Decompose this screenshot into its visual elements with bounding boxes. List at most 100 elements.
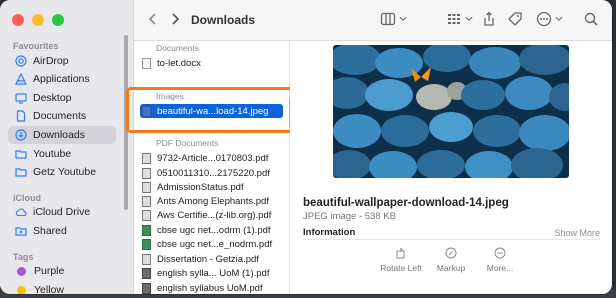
window-controls bbox=[12, 14, 64, 26]
file-name: english sylla... UoM (1).pdf bbox=[157, 267, 270, 279]
sidebar-section-icloud: iCloud bbox=[13, 193, 41, 203]
shared-folder-icon bbox=[15, 225, 27, 237]
tag-icon bbox=[508, 12, 522, 26]
minimize-button[interactable] bbox=[32, 14, 44, 26]
action-menu-button[interactable] bbox=[536, 11, 564, 27]
airdrop-icon bbox=[15, 55, 27, 67]
file-item[interactable]: Dissertation - Getzia.pdf bbox=[142, 252, 282, 266]
show-more-link[interactable]: Show More bbox=[554, 228, 600, 238]
desktop-icon bbox=[15, 92, 27, 104]
action-label: More... bbox=[486, 263, 514, 273]
view-mode-button[interactable] bbox=[380, 11, 408, 27]
folder-icon bbox=[15, 148, 27, 160]
chevron-right-icon bbox=[172, 13, 180, 25]
markup-icon bbox=[445, 247, 457, 259]
file-item[interactable]: cbse ugc net...e_nodrm.pdf bbox=[142, 237, 282, 251]
sidebar-tag-purple[interactable]: Purple bbox=[8, 262, 116, 280]
sidebar-item-label: Downloads bbox=[33, 129, 85, 141]
sidebar-item-label: Youtube bbox=[33, 148, 72, 160]
file-item[interactable]: Ants Among Elephants.pdf bbox=[142, 194, 282, 208]
image-preview bbox=[333, 45, 569, 178]
sidebar-item-label: Applications bbox=[33, 73, 90, 85]
pdf-file-icon bbox=[142, 209, 151, 221]
sidebar-item-applications[interactable]: Applications bbox=[8, 70, 116, 88]
toolbar: Downloads bbox=[134, 0, 612, 41]
file-name: cbse ugc net...e_nodrm.pdf bbox=[157, 238, 273, 250]
sidebar: Favourites AirDrop Applications Desktop … bbox=[0, 0, 134, 294]
tag-color-dot bbox=[17, 266, 26, 276]
file-item[interactable]: 9732-Article...0170803.pdf bbox=[142, 151, 282, 165]
sidebar-item-label: Getz Youtube bbox=[33, 166, 97, 178]
document-icon bbox=[15, 110, 27, 122]
sidebar-item-label: Purple bbox=[34, 265, 65, 277]
sidebar-item-airdrop[interactable]: AirDrop bbox=[8, 52, 116, 70]
sidebar-tag-yellow[interactable]: Yellow bbox=[8, 281, 116, 294]
sidebar-section-favourites: Favourites bbox=[13, 41, 59, 51]
file-name: 9732-Article...0170803.pdf bbox=[157, 152, 269, 164]
folder-icon bbox=[15, 166, 27, 178]
preview-file-kind: JPEG image - 538 KB bbox=[303, 211, 396, 222]
file-name: cbse ugc net...odrm (1).pdf bbox=[157, 224, 271, 236]
pebbles-butterfly-image bbox=[333, 45, 569, 178]
pdf-file-icon bbox=[142, 181, 151, 193]
close-button[interactable] bbox=[12, 14, 24, 26]
sidebar-item-youtube[interactable]: Youtube bbox=[8, 145, 116, 163]
search-button[interactable] bbox=[583, 11, 599, 27]
chevron-down-icon bbox=[555, 16, 563, 21]
download-icon bbox=[15, 129, 27, 141]
tag-color-dot bbox=[17, 285, 26, 294]
sidebar-item-documents[interactable]: Documents bbox=[8, 107, 116, 125]
file-item[interactable]: 0510011310...2175220.pdf bbox=[142, 166, 282, 180]
more-circle-icon bbox=[536, 11, 552, 27]
sidebar-item-label: Yellow bbox=[34, 284, 64, 294]
document-file-icon bbox=[142, 57, 151, 69]
applications-icon bbox=[15, 73, 27, 85]
sidebar-item-label: Documents bbox=[33, 110, 87, 122]
sidebar-item-downloads[interactable]: Downloads bbox=[8, 126, 116, 144]
group-header-documents: Documents bbox=[156, 43, 199, 53]
tag-button[interactable] bbox=[507, 11, 523, 27]
scan-file-icon bbox=[142, 282, 151, 294]
sidebar-section-tags: Tags bbox=[13, 252, 34, 262]
sidebar-item-label: iCloud Drive bbox=[33, 206, 91, 218]
window-title: Downloads bbox=[191, 13, 256, 27]
file-item[interactable]: english sylla... UoM (1).pdf bbox=[142, 266, 282, 280]
preview-pane: beautiful-wallpaper-download-14.jpeg JPE… bbox=[290, 41, 612, 294]
forward-button[interactable] bbox=[167, 11, 183, 27]
scan-file-icon bbox=[142, 267, 151, 279]
pdf-file-icon bbox=[142, 167, 151, 179]
file-item[interactable]: to-let.docx bbox=[142, 56, 282, 70]
file-item[interactable]: AdmissionStatus.pdf bbox=[142, 180, 282, 194]
file-name: Ants Among Elephants.pdf bbox=[157, 195, 269, 207]
information-heading: Information bbox=[303, 227, 356, 238]
zoom-button[interactable] bbox=[52, 14, 64, 26]
sidebar-item-shared[interactable]: Shared bbox=[8, 222, 116, 240]
sidebar-item-getz-youtube[interactable]: Getz Youtube bbox=[8, 163, 116, 181]
file-name: Aws Certifie...(z-lib.org).pdf bbox=[157, 209, 272, 221]
file-item[interactable]: cbse ugc net...odrm (1).pdf bbox=[142, 223, 282, 237]
grid-icon bbox=[448, 14, 460, 24]
book-file-icon bbox=[142, 238, 151, 250]
cloud-icon bbox=[15, 206, 27, 218]
chevron-down-icon bbox=[399, 16, 407, 21]
back-button[interactable] bbox=[145, 11, 161, 27]
group-header-pdf-documents: PDF Documents bbox=[156, 138, 219, 148]
selection-highlight-box bbox=[126, 87, 299, 133]
pdf-file-icon bbox=[142, 253, 151, 265]
more-button[interactable]: More... bbox=[470, 247, 530, 273]
pdf-file-icon bbox=[142, 195, 151, 207]
pdf-file-icon bbox=[142, 152, 151, 164]
chevron-down-icon bbox=[465, 16, 473, 21]
sidebar-item-desktop[interactable]: Desktop bbox=[8, 89, 116, 107]
rotate-left-icon bbox=[395, 247, 407, 259]
file-item[interactable]: english syllabus UoM.pdf bbox=[142, 281, 282, 294]
action-label: Markup bbox=[436, 263, 466, 273]
file-name: Dissertation - Getzia.pdf bbox=[157, 253, 259, 265]
file-item[interactable]: Aws Certifie...(z-lib.org).pdf bbox=[142, 208, 282, 222]
sidebar-item-icloud-drive[interactable]: iCloud Drive bbox=[8, 203, 116, 221]
share-button[interactable] bbox=[481, 11, 497, 27]
file-name: to-let.docx bbox=[157, 57, 201, 69]
book-file-icon bbox=[142, 224, 151, 236]
group-button[interactable] bbox=[446, 11, 474, 27]
file-name: 0510011310...2175220.pdf bbox=[157, 167, 270, 179]
